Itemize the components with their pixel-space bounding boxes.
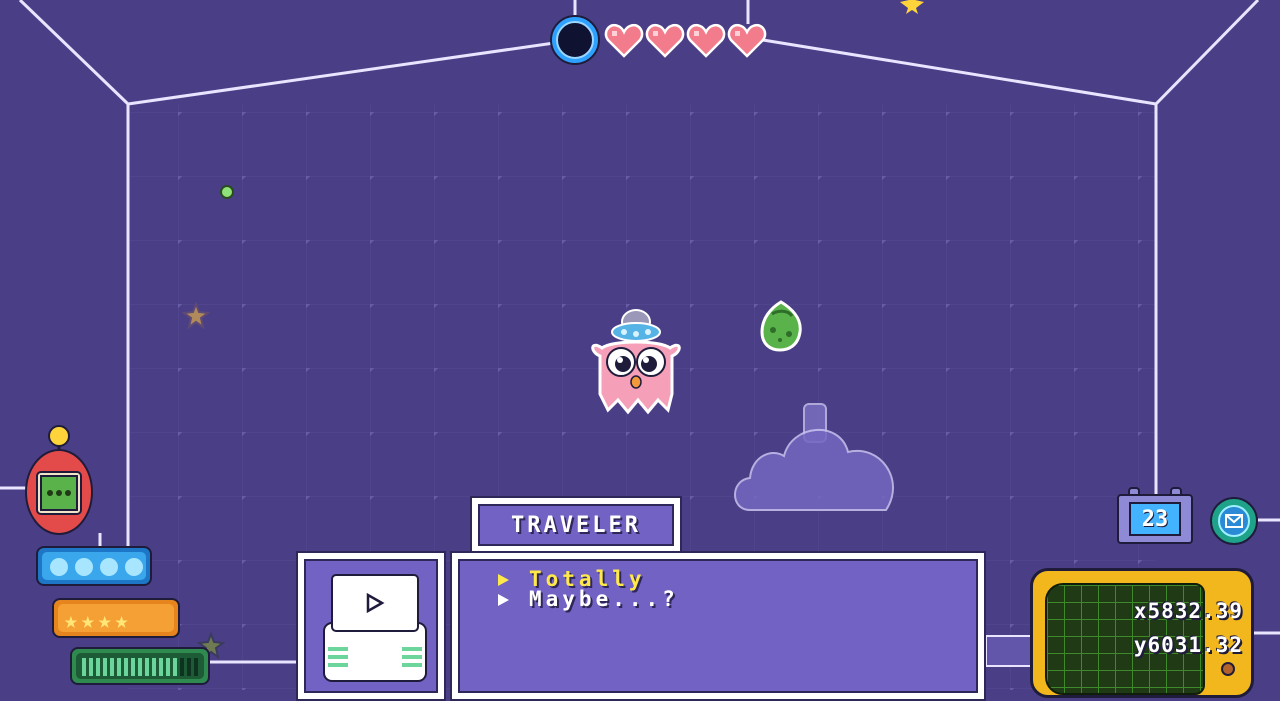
heart-icon [686,23,726,58]
gauge-segment [194,658,198,676]
heart-icon [645,23,685,58]
star-icon: ★ [97,608,112,634]
gauge-segment [103,658,107,676]
star-icon [900,0,924,14]
gauge-segment [145,658,149,676]
gauge-segment [159,658,163,676]
gauge-segment [131,658,135,676]
gauge-segment [110,658,114,676]
gauge-segment [187,658,191,676]
gauge-segment [138,658,142,676]
mail-button[interactable] [1210,497,1258,545]
energy-gauge [70,647,210,685]
star-icon: ★ [114,608,129,634]
envelope-icon [1225,514,1243,528]
game-scene: ★ ★ ★ ★ TRAVELER Totally Maybe...? 23 x5… [0,0,1280,701]
speaker-nameplate: TRAVELER [470,496,682,554]
star-meter-stars: ★ ★ ★ ★ [64,608,128,634]
star-icon: ★ [64,608,78,634]
choice-maybe[interactable]: Maybe...? [498,587,679,611]
radar-led [1221,662,1235,676]
green-orb[interactable] [218,183,236,201]
gauge-segment [173,658,177,676]
hearts-row [604,22,768,62]
star-icon[interactable] [182,302,210,330]
printer-icon [323,574,427,682]
choice-label: Maybe...? [529,587,679,611]
coordinate-radar: x5832.39 y6031.32 [1030,568,1254,698]
gauge-segment [166,658,170,676]
green-blob-creature[interactable] [758,300,804,352]
gauge-segment [152,658,156,676]
choice-arrow-icon [498,574,509,586]
star-icon: ★ [80,608,95,634]
coordinate-x: x5832.39 [1133,599,1243,623]
star-meter: ★ ★ ★ ★ [52,598,180,638]
tamagotchi-icon[interactable] [24,424,96,536]
blue-meter [36,546,152,586]
heart-icon [604,23,644,58]
cloud-platform [734,403,894,511]
gauge-segment [96,658,100,676]
dialog-box: Totally Maybe...? [450,551,986,701]
gauge-segment [180,658,184,676]
blue-meter-pips [50,558,143,576]
gauge-segment [124,658,128,676]
coordinate-y: y6031.32 [1133,633,1243,657]
speaker-portrait [296,551,446,701]
choice-totally[interactable]: Totally [498,569,646,590]
player-character[interactable] [586,302,686,418]
gauge-segment [89,658,93,676]
heart-icon [727,23,767,58]
choice-arrow-icon [498,594,509,606]
calendar-day: 23 [1129,502,1181,536]
calendar-widget[interactable]: 23 [1117,486,1193,544]
energy-gauge-fill [82,658,198,676]
speaker-name: TRAVELER [478,504,674,546]
gauge-segment [82,658,86,676]
choice-list: Totally Maybe...? [458,559,978,693]
gauge-segment [117,658,121,676]
